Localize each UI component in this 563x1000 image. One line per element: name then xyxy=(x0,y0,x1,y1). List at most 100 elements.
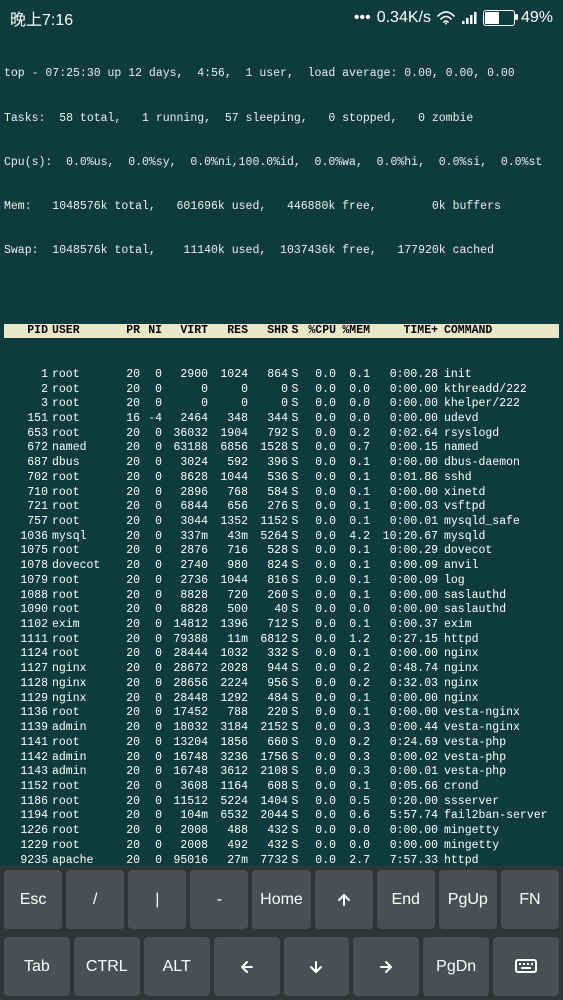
key-arrow-left[interactable] xyxy=(214,937,280,996)
cell-cpu: 0.0 xyxy=(302,692,336,707)
cell-user: root xyxy=(48,795,116,810)
cell-cmd: saslauthd xyxy=(438,589,559,604)
key-alt[interactable]: ALT xyxy=(144,937,210,996)
process-row: 1127nginx200286722028944S0.00.20:48.74ng… xyxy=(4,662,559,677)
cell-time: 0:00.00 xyxy=(370,383,438,398)
cell-cpu: 0.0 xyxy=(302,515,336,530)
cell-pr: 20 xyxy=(116,383,140,398)
cell-cmd: log xyxy=(438,574,559,589)
key-keyboard-icon[interactable] xyxy=(493,937,559,996)
process-row: 1124root200284441032332S0.00.10:00.00ngi… xyxy=(4,647,559,662)
key-arrow-down[interactable] xyxy=(284,937,350,996)
cell-mem: 0.3 xyxy=(336,765,370,780)
process-row: 1136root20017452788220S0.00.10:00.00vest… xyxy=(4,706,559,721)
key-pgdn[interactable]: PgDn xyxy=(423,937,489,996)
key--[interactable]: / xyxy=(66,870,124,929)
key-pgup[interactable]: PgUp xyxy=(439,870,497,929)
cell-s: S xyxy=(288,647,302,662)
cell-res: 11m xyxy=(208,633,248,648)
cell-pr: 20 xyxy=(116,751,140,766)
terminal-output[interactable]: top - 07:25:30 up 12 days, 4:56, 1 user,… xyxy=(0,36,563,1000)
key--[interactable]: - xyxy=(190,870,248,929)
cell-pid: 1142 xyxy=(4,751,48,766)
cell-user: root xyxy=(48,544,116,559)
cell-cmd: nginx xyxy=(438,662,559,677)
cell-mem: 4.2 xyxy=(336,530,370,545)
key-arrow-right[interactable] xyxy=(353,937,419,996)
cell-pid: 687 xyxy=(4,456,48,471)
cell-shr: 944 xyxy=(248,662,288,677)
cell-mem: 0.1 xyxy=(336,471,370,486)
key--[interactable]: | xyxy=(128,870,186,929)
cell-pr: 20 xyxy=(116,618,140,633)
cell-cpu: 0.0 xyxy=(302,441,336,456)
cell-cmd: mysqld_safe xyxy=(438,515,559,530)
cell-ni: 0 xyxy=(140,795,162,810)
cell-ni: 0 xyxy=(140,751,162,766)
cell-virt: 16748 xyxy=(162,751,208,766)
key-arrow-up[interactable] xyxy=(315,870,373,929)
cell-time: 0:01.86 xyxy=(370,471,438,486)
cell-cpu: 0.0 xyxy=(302,427,336,442)
process-table-header: PID USER PR NI VIRT RES SHR S %CPU %MEM … xyxy=(4,324,559,339)
cell-mem: 0.1 xyxy=(336,368,370,383)
network-speed: 0.34K/s xyxy=(377,9,431,27)
cell-s: S xyxy=(288,765,302,780)
cell-virt: 2900 xyxy=(162,368,208,383)
cell-virt: 13204 xyxy=(162,736,208,751)
cell-ni: 0 xyxy=(140,471,162,486)
cell-pid: 1075 xyxy=(4,544,48,559)
cell-pid: 721 xyxy=(4,500,48,515)
cell-cmd: dbus-daemon xyxy=(438,456,559,471)
cell-mem: 0.0 xyxy=(336,839,370,854)
cell-virt: 6844 xyxy=(162,500,208,515)
col-ni: NI xyxy=(140,324,162,339)
wifi-icon xyxy=(437,11,455,25)
cell-res: 1396 xyxy=(208,618,248,633)
cell-ni: 0 xyxy=(140,368,162,383)
key-home[interactable]: Home xyxy=(252,870,310,929)
cell-shr: 484 xyxy=(248,692,288,707)
cell-pid: 1036 xyxy=(4,530,48,545)
process-row: 1102exim200148121396712S0.00.10:00.37exi… xyxy=(4,618,559,633)
cell-pr: 20 xyxy=(116,795,140,810)
key-tab[interactable]: Tab xyxy=(4,937,70,996)
cell-pr: 20 xyxy=(116,471,140,486)
cell-res: 1044 xyxy=(208,574,248,589)
cell-virt: 79388 xyxy=(162,633,208,648)
cell-time: 0:00.01 xyxy=(370,765,438,780)
cell-time: 0:00.00 xyxy=(370,692,438,707)
cell-shr: 660 xyxy=(248,736,288,751)
cell-s: S xyxy=(288,427,302,442)
battery-icon xyxy=(483,10,515,26)
cell-cmd: vesta-php xyxy=(438,765,559,780)
key-ctrl[interactable]: CTRL xyxy=(74,937,140,996)
cell-shr: 0 xyxy=(248,397,288,412)
cell-pid: 1139 xyxy=(4,721,48,736)
cell-virt: 2876 xyxy=(162,544,208,559)
key-esc[interactable]: Esc xyxy=(4,870,62,929)
cell-mem: 0.0 xyxy=(336,412,370,427)
cell-pr: 16 xyxy=(116,412,140,427)
cell-res: 716 xyxy=(208,544,248,559)
cell-shr: 2152 xyxy=(248,721,288,736)
col-pr: PR xyxy=(116,324,140,339)
cell-virt: 8628 xyxy=(162,471,208,486)
cell-virt: 3608 xyxy=(162,780,208,795)
process-row: 1079root20027361044816S0.00.10:00.09log xyxy=(4,574,559,589)
cell-pid: 1111 xyxy=(4,633,48,648)
cell-ni: 0 xyxy=(140,574,162,589)
battery-percent: 49% xyxy=(521,9,553,27)
cell-pr: 20 xyxy=(116,486,140,501)
cell-shr: 824 xyxy=(248,559,288,574)
process-row: 2root200000S0.00.00:00.00kthreadd/222 xyxy=(4,383,559,398)
key-fn[interactable]: FN xyxy=(501,870,559,929)
cell-s: S xyxy=(288,839,302,854)
cell-pid: 1128 xyxy=(4,677,48,692)
phone-status-bar: 晚上7:16 ••• 0.34K/s 49% xyxy=(0,0,563,36)
key-end[interactable]: End xyxy=(377,870,435,929)
cell-s: S xyxy=(288,662,302,677)
cell-pr: 20 xyxy=(116,677,140,692)
cell-shr: 792 xyxy=(248,427,288,442)
cell-user: root xyxy=(48,633,116,648)
